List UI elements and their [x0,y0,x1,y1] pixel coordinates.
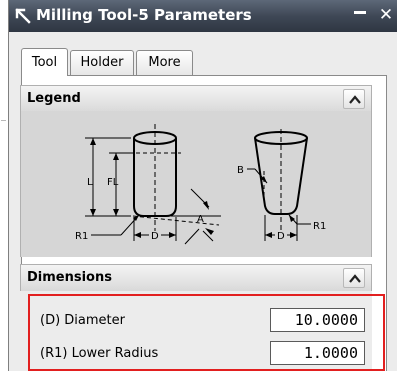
tab-more[interactable]: More [136,50,193,76]
label-l: L [87,177,93,188]
background-edge [0,0,8,371]
title-bar[interactable]: Milling Tool-5 Parameters ✕ [9,0,397,32]
milling-tool-diagram: L FL R1 D A B R1 D [75,124,326,245]
legend-header-label: Legend [27,91,81,106]
label-r1-right: R1 [313,221,326,232]
label-d-left: D [151,231,159,242]
label-r1-left: R1 [75,231,88,242]
tab-bar: Tool Holder More [21,48,381,76]
dimensions-header-label: Dimensions [27,270,112,285]
legend-collapse-button[interactable] [343,89,365,109]
dimensions-section-header[interactable]: Dimensions [20,264,372,292]
chevron-up-icon [349,95,361,104]
minimize-button[interactable] [349,4,371,26]
legend-diagram: L FL R1 D A B R1 D [20,111,372,257]
label-a: A [197,214,204,225]
close-button[interactable]: ✕ [375,4,397,26]
window-title: Milling Tool-5 Parameters [36,6,252,24]
tab-holder[interactable]: Holder [70,50,134,76]
screen: Milling Tool-5 Parameters ✕ Tool Holder … [0,0,397,371]
chevron-up-icon [349,274,361,283]
close-icon: ✕ [378,5,394,25]
tab-tool[interactable]: Tool [21,48,68,76]
edge-tick [1,120,6,121]
highlight-annotation-box [28,294,385,371]
legend-section-header[interactable]: Legend [20,85,372,113]
arrow-cursor-icon [15,8,31,24]
label-b: B [237,165,244,176]
dimensions-collapse-button[interactable] [343,268,365,288]
minimize-icon [354,11,366,14]
label-d-right: D [277,231,285,242]
label-fl: FL [107,177,119,188]
